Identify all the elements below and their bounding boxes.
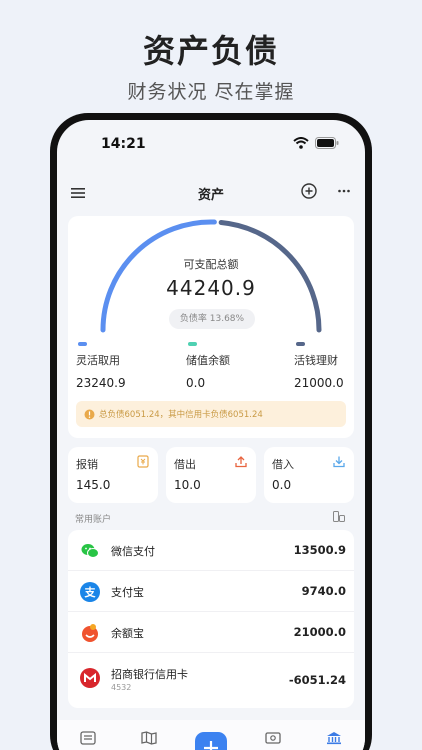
wifi-icon xyxy=(293,137,309,149)
account-name: 微信支付 xyxy=(111,545,155,558)
stat-label: 储值余额 xyxy=(186,354,230,367)
mini-card-value: 145.0 xyxy=(76,478,111,492)
debt-notice[interactable]: 总负债6051.24，其中信用卡负债6051.24 xyxy=(76,401,346,427)
debt-notice-text: 总负债6051.24，其中信用卡负债6051.24 xyxy=(99,410,263,420)
asset-summary-card: 可支配总额 44240.9 负债率 13.68% 灵活取用 23240.9 储值… xyxy=(68,216,354,438)
stat-value: 21000.0 xyxy=(294,376,344,390)
map-icon xyxy=(141,731,157,745)
account-amount: 21000.0 xyxy=(293,625,346,639)
account-name: 支付宝 xyxy=(111,586,144,599)
stat-wealth[interactable]: 活钱理财 21000.0 xyxy=(294,342,344,390)
account-name: 余额宝 xyxy=(111,627,144,640)
tab-flow[interactable]: 流水 xyxy=(68,730,108,750)
warning-icon xyxy=(84,409,95,419)
yuebao-icon xyxy=(80,623,100,643)
cmb-icon xyxy=(80,668,100,688)
promo-subtitle: 财务状况 尽在掌握 xyxy=(127,81,295,103)
stat-label: 灵活取用 xyxy=(76,354,120,367)
mini-card-title: 报销 xyxy=(76,458,98,471)
tab-trade[interactable]: 交易 xyxy=(253,730,293,750)
stat-stored-value[interactable]: 储值余额 0.0 xyxy=(186,342,230,390)
accounts-section-title: 常用账户 xyxy=(75,515,112,525)
promo-title: 资产负债 xyxy=(142,32,279,70)
mini-card-value: 10.0 xyxy=(174,478,201,492)
bank-icon xyxy=(327,732,341,745)
account-row-alipay[interactable]: 支 支付宝 9740.0 xyxy=(68,571,354,612)
account-amount: -6051.24 xyxy=(288,673,346,687)
status-bar: 14:21 xyxy=(57,120,365,164)
plus-icon xyxy=(204,741,218,750)
menu-icon[interactable] xyxy=(71,184,85,203)
add-record-button[interactable] xyxy=(195,732,227,750)
accounts-list: 微信支付 13500.9 支 支付宝 9740.0 余额宝 21000.0 招商… xyxy=(68,530,354,708)
status-time: 14:21 xyxy=(101,136,146,152)
receipt-icon xyxy=(137,455,149,468)
account-row-cmb-credit[interactable]: 招商银行信用卡 4532 -6051.24 xyxy=(68,653,354,708)
mini-card-title: 借出 xyxy=(174,458,196,471)
manage-accounts-icon[interactable] xyxy=(333,511,345,522)
reimburse-card[interactable]: 报销 145.0 xyxy=(68,447,158,503)
available-total-value: 44240.9 xyxy=(166,276,256,300)
add-circle-icon[interactable] xyxy=(301,183,317,203)
list-icon xyxy=(80,731,96,745)
debt-ratio-text: 负债率 13.68% xyxy=(179,314,245,324)
account-amount: 13500.9 xyxy=(293,543,346,557)
tab-assets[interactable]: 资产 xyxy=(314,730,354,750)
svg-text:支: 支 xyxy=(84,585,97,599)
account-row-wechat[interactable]: 微信支付 13500.9 xyxy=(68,530,354,571)
stat-dot xyxy=(296,342,305,346)
stat-value: 23240.9 xyxy=(76,376,126,390)
debt-ratio-badge: 负债率 13.68% xyxy=(169,309,255,329)
phone-screen: 14:21 资产 可支配总额 44240.9 负债率 13.68% 灵活取用 2… xyxy=(57,120,365,750)
stat-dot xyxy=(188,342,197,346)
borrow-card[interactable]: 借入 0.0 xyxy=(264,447,354,503)
lend-card[interactable]: 借出 10.0 xyxy=(166,447,256,503)
upload-icon xyxy=(235,456,247,468)
tab-plan[interactable]: 计划 xyxy=(129,730,169,750)
account-row-yuebao[interactable]: 余额宝 21000.0 xyxy=(68,612,354,653)
page-title: 资产 xyxy=(197,188,224,203)
account-name: 招商银行信用卡 xyxy=(111,668,188,681)
account-amount: 9740.0 xyxy=(301,584,346,598)
wechat-icon xyxy=(80,541,100,561)
mini-card-title: 借入 xyxy=(272,458,294,471)
stat-label: 活钱理财 xyxy=(294,354,338,367)
stat-flexible[interactable]: 灵活取用 23240.9 xyxy=(76,342,126,390)
phone-frame: 14:21 资产 可支配总额 44240.9 负债率 13.68% 灵活取用 2… xyxy=(50,113,372,750)
cash-icon xyxy=(265,732,281,744)
download-icon xyxy=(333,456,345,468)
mini-card-value: 0.0 xyxy=(272,478,292,492)
tab-bar: 流水 计划 交易 xyxy=(57,720,365,750)
alipay-icon: 支 xyxy=(80,582,100,602)
more-icon[interactable] xyxy=(337,183,351,203)
stat-value: 0.0 xyxy=(186,376,206,390)
nav-bar: 资产 xyxy=(57,170,365,214)
stat-dot xyxy=(78,342,87,346)
system-icons xyxy=(293,137,339,149)
battery-icon xyxy=(315,137,339,149)
available-total-label: 可支配总额 xyxy=(183,258,239,271)
account-card-number: 4532 xyxy=(111,683,132,692)
